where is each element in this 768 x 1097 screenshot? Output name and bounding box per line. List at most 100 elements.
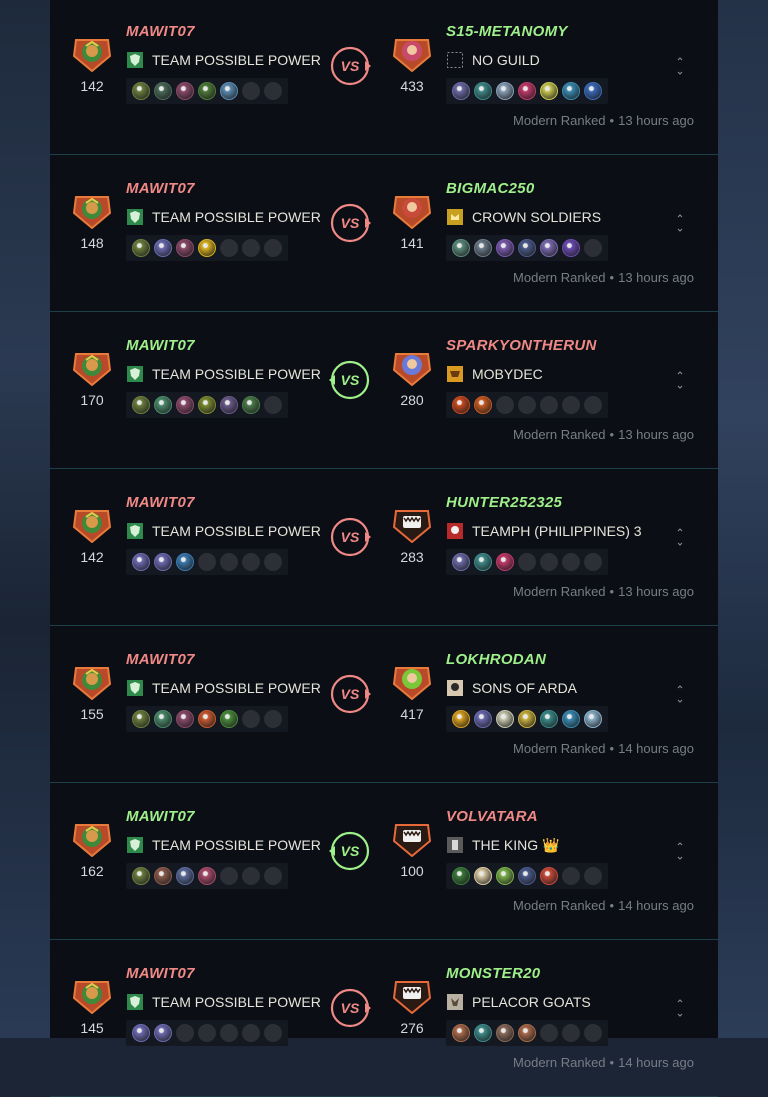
monster-card-icon[interactable] [452, 239, 470, 257]
monster-card-icon[interactable] [496, 867, 514, 885]
battle-row[interactable]: 148 MAWIT07 TEAM POSSIBLE POWER 141 BIGMAC25… [50, 157, 718, 312]
monster-card-icon[interactable] [518, 710, 536, 728]
monster-card-icon[interactable] [220, 396, 238, 414]
monster-card-icon[interactable] [198, 710, 216, 728]
monster-card-icon[interactable] [518, 867, 536, 885]
monster-card-icon[interactable] [518, 239, 536, 257]
player-name[interactable]: MAWIT07 [126, 651, 195, 668]
opponent-name[interactable]: S15-METANOMY [446, 23, 568, 40]
expand-chevron-icon[interactable] [676, 55, 684, 77]
opponent-guild[interactable]: TEAMPH (PHILIPPINES) 3 [446, 521, 642, 541]
opponent-guild[interactable]: THE KING 👑 [446, 835, 559, 855]
opponent-name[interactable]: SPARKYONTHERUN [446, 337, 597, 354]
monster-card-icon[interactable] [154, 553, 172, 571]
opponent-name[interactable]: LOKHRODAN [446, 651, 546, 668]
opponent-guild[interactable]: NO GUILD [446, 50, 540, 70]
monster-card-icon[interactable] [474, 1024, 492, 1042]
monster-card-icon[interactable] [562, 82, 580, 100]
battle-row[interactable]: 155 MAWIT07 TEAM POSSIBLE POWER 417 LOKHRODA… [50, 628, 718, 783]
monster-card-icon[interactable] [474, 82, 492, 100]
monster-card-icon[interactable] [540, 867, 558, 885]
monster-card-icon[interactable] [474, 867, 492, 885]
player-guild[interactable]: TEAM POSSIBLE POWER [126, 835, 321, 855]
monster-card-icon[interactable] [198, 396, 216, 414]
battle-row[interactable]: 142 MAWIT07 TEAM POSSIBLE POWER 433 S15-META… [50, 0, 718, 155]
monster-card-icon[interactable] [584, 82, 602, 100]
battle-row[interactable]: 162 MAWIT07 TEAM POSSIBLE POWER 100 VOLVATAR… [50, 785, 718, 940]
monster-card-icon[interactable] [496, 82, 514, 100]
opponent-name[interactable]: HUNTER252325 [446, 494, 562, 511]
monster-card-icon[interactable] [154, 1024, 172, 1042]
battle-row[interactable]: 142 MAWIT07 TEAM POSSIBLE POWER 283 HUNTER25… [50, 471, 718, 626]
monster-card-icon[interactable] [154, 82, 172, 100]
monster-card-icon[interactable] [132, 1024, 150, 1042]
player-guild[interactable]: TEAM POSSIBLE POWER [126, 50, 321, 70]
expand-chevron-icon[interactable] [676, 997, 684, 1019]
monster-card-icon[interactable] [198, 239, 216, 257]
monster-card-icon[interactable] [132, 239, 150, 257]
monster-card-icon[interactable] [154, 710, 172, 728]
monster-card-icon[interactable] [132, 867, 150, 885]
monster-card-icon[interactable] [154, 396, 172, 414]
opponent-name[interactable]: MONSTER20 [446, 965, 540, 982]
monster-card-icon[interactable] [176, 553, 194, 571]
expand-chevron-icon[interactable] [676, 683, 684, 705]
monster-card-icon[interactable] [198, 82, 216, 100]
monster-card-icon[interactable] [132, 396, 150, 414]
monster-card-icon[interactable] [540, 82, 558, 100]
player-guild[interactable]: TEAM POSSIBLE POWER [126, 521, 321, 541]
monster-card-icon[interactable] [176, 710, 194, 728]
opponent-name[interactable]: VOLVATARA [446, 808, 538, 825]
monster-card-icon[interactable] [540, 239, 558, 257]
opponent-guild[interactable]: CROWN SOLDIERS [446, 207, 601, 227]
monster-card-icon[interactable] [584, 710, 602, 728]
monster-card-icon[interactable] [474, 239, 492, 257]
monster-card-icon[interactable] [496, 239, 514, 257]
monster-card-icon[interactable] [220, 82, 238, 100]
monster-card-icon[interactable] [562, 710, 580, 728]
monster-card-icon[interactable] [154, 867, 172, 885]
monster-card-icon[interactable] [176, 82, 194, 100]
monster-card-icon[interactable] [540, 710, 558, 728]
monster-card-icon[interactable] [176, 239, 194, 257]
expand-chevron-icon[interactable] [676, 840, 684, 862]
monster-card-icon[interactable] [452, 1024, 470, 1042]
monster-card-icon[interactable] [518, 1024, 536, 1042]
player-guild[interactable]: TEAM POSSIBLE POWER [126, 207, 321, 227]
opponent-guild[interactable]: SONS OF ARDA [446, 678, 577, 698]
monster-card-icon[interactable] [452, 82, 470, 100]
player-name[interactable]: MAWIT07 [126, 965, 195, 982]
monster-card-icon[interactable] [132, 82, 150, 100]
monster-card-icon[interactable] [452, 867, 470, 885]
monster-card-icon[interactable] [562, 239, 580, 257]
player-guild[interactable]: TEAM POSSIBLE POWER [126, 364, 321, 384]
player-name[interactable]: MAWIT07 [126, 23, 195, 40]
player-guild[interactable]: TEAM POSSIBLE POWER [126, 992, 321, 1012]
monster-card-icon[interactable] [198, 867, 216, 885]
monster-card-icon[interactable] [176, 396, 194, 414]
monster-card-icon[interactable] [176, 867, 194, 885]
battle-row[interactable]: 145 MAWIT07 TEAM POSSIBLE POWER 276 MONSTER2… [50, 942, 718, 1097]
monster-card-icon[interactable] [154, 239, 172, 257]
expand-chevron-icon[interactable] [676, 526, 684, 548]
player-name[interactable]: MAWIT07 [126, 337, 195, 354]
monster-card-icon[interactable] [132, 553, 150, 571]
player-name[interactable]: MAWIT07 [126, 808, 195, 825]
monster-card-icon[interactable] [496, 1024, 514, 1042]
expand-chevron-icon[interactable] [676, 369, 684, 391]
battle-row[interactable]: 170 MAWIT07 TEAM POSSIBLE POWER 280 SPARKYON… [50, 314, 718, 469]
monster-card-icon[interactable] [518, 82, 536, 100]
monster-card-icon[interactable] [452, 396, 470, 414]
monster-card-icon[interactable] [496, 553, 514, 571]
monster-card-icon[interactable] [132, 710, 150, 728]
player-guild[interactable]: TEAM POSSIBLE POWER [126, 678, 321, 698]
opponent-guild[interactable]: MOBYDEC [446, 364, 543, 384]
monster-card-icon[interactable] [474, 710, 492, 728]
monster-card-icon[interactable] [220, 710, 238, 728]
expand-chevron-icon[interactable] [676, 212, 684, 234]
monster-card-icon[interactable] [452, 710, 470, 728]
opponent-guild[interactable]: PELACOR GOATS [446, 992, 591, 1012]
monster-card-icon[interactable] [452, 553, 470, 571]
opponent-name[interactable]: BIGMAC250 [446, 180, 535, 197]
monster-card-icon[interactable] [474, 553, 492, 571]
